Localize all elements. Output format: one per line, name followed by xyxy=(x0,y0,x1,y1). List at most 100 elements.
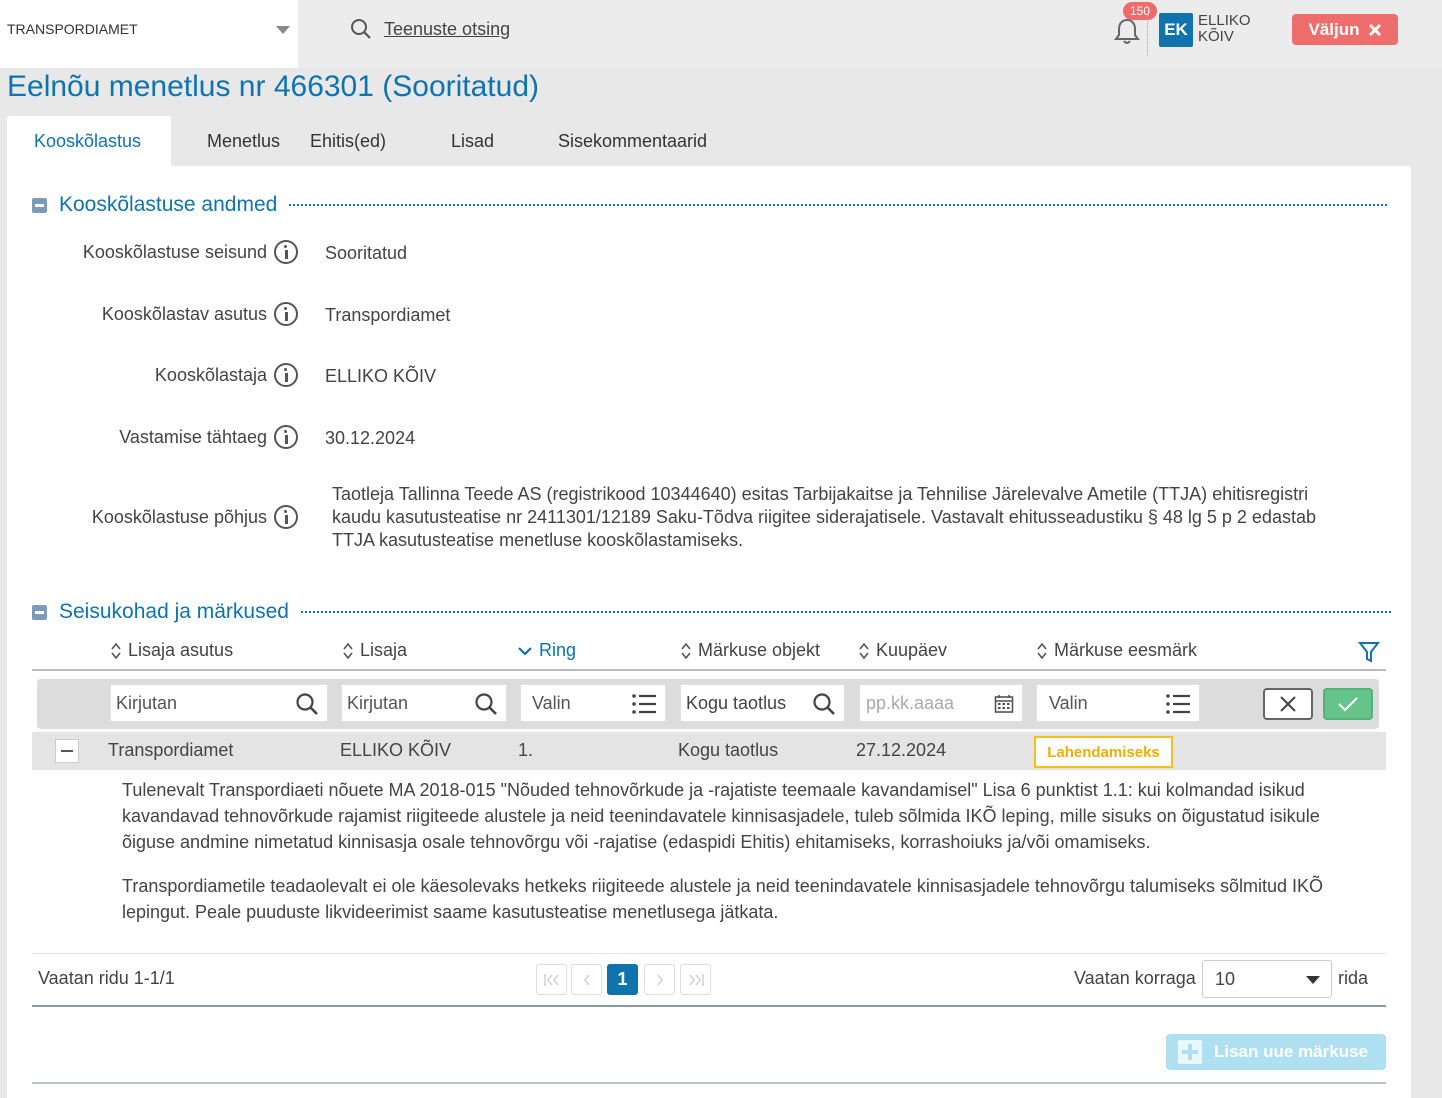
cell-lisaja-asutus: Transpordiamet xyxy=(108,740,234,760)
organization-label: TRANSPORDIAMET xyxy=(7,21,138,37)
divider xyxy=(32,1082,1386,1084)
column-header-label: Märkuse objekt xyxy=(698,640,821,660)
column-header-kuupaev[interactable]: Kuupäev xyxy=(858,640,947,661)
filter-objekt-input[interactable]: Kogu taotlus xyxy=(680,684,845,722)
service-search-label: Teenuste otsing xyxy=(384,18,511,39)
collapse-icon[interactable] xyxy=(32,604,47,620)
status-badge: Lahendamiseks xyxy=(1034,736,1173,768)
divider xyxy=(32,953,1386,954)
input-placeholder: Kirjutan xyxy=(116,692,178,713)
add-remark-button[interactable]: Lisan uue märkuse xyxy=(1166,1034,1386,1070)
select-placeholder: Valin xyxy=(1049,692,1088,713)
cell-kuupaev: 27.12.2024 xyxy=(856,740,947,760)
next-page-button[interactable] xyxy=(644,964,675,995)
first-page-button[interactable] xyxy=(536,964,567,995)
info-icon[interactable] xyxy=(274,240,298,264)
chevron-right-icon xyxy=(656,974,663,985)
notifications-button[interactable] xyxy=(1113,16,1141,46)
info-icon[interactable] xyxy=(274,302,298,326)
divider xyxy=(289,204,1388,206)
tab-kooskolastus[interactable]: Kooskõlastus xyxy=(7,116,171,166)
field-label-text: Kooskõlastuse põhjus xyxy=(91,506,267,527)
info-icon[interactable] xyxy=(274,425,298,449)
clear-filters-button[interactable] xyxy=(1263,688,1313,720)
column-header-objekt[interactable]: Märkuse objekt xyxy=(680,640,820,661)
field-label-text: Kooskõlastaja xyxy=(154,364,267,385)
tab-lisad[interactable]: Lisad xyxy=(451,116,558,166)
per-page-suffix: rida xyxy=(1338,968,1369,988)
details-section-header: Kooskõlastuse andmed xyxy=(32,193,1388,217)
sort-icon xyxy=(681,642,691,659)
top-bar: TRANSPORDIAMET Teenuste otsing 150 EK EL… xyxy=(0,0,1442,68)
collapse-icon[interactable] xyxy=(32,197,47,213)
close-icon xyxy=(1280,696,1296,712)
field-label-text: Kooskõlastuse seisund xyxy=(82,241,267,262)
filter-eesmark-select[interactable]: Valin xyxy=(1036,684,1200,722)
add-remark-label: Lisan uue märkuse xyxy=(1214,1042,1369,1061)
info-icon[interactable] xyxy=(274,505,298,529)
filter-lisaja-input[interactable]: Kirjutan xyxy=(341,684,507,722)
tab-menetlus[interactable]: Menetlus xyxy=(171,116,310,166)
page-button-current[interactable]: 1 xyxy=(607,964,638,995)
list-icon xyxy=(632,694,656,714)
per-page-label: Vaatan korraga xyxy=(1074,968,1196,988)
filter-ring-select[interactable]: Valin xyxy=(520,684,666,722)
sort-icon xyxy=(1037,642,1047,659)
column-header-lisaja-asutus[interactable]: Lisaja asutus xyxy=(110,640,233,661)
page-title: Eelnõu menetlus nr 466301 (Sooritatud) xyxy=(7,70,540,103)
row-collapse-button[interactable] xyxy=(55,739,79,763)
field-label-seisund: Kooskõlastuse seisund xyxy=(30,240,298,264)
logout-label: Väljun xyxy=(1308,19,1360,39)
column-header-label: Lisaja xyxy=(360,640,408,660)
tab-ehitised[interactable]: Ehitis(ed) xyxy=(310,116,451,166)
chevron-down-icon xyxy=(518,646,532,656)
field-label-text: Kooskõlastav asutus xyxy=(101,303,267,324)
input-value: Kogu taotlus xyxy=(686,692,787,713)
tab-bar: Kooskõlastus Menetlus Ehitis(ed) Lisad S… xyxy=(7,116,758,166)
checkmark-icon xyxy=(1338,697,1358,712)
column-header-lisaja[interactable]: Lisaja xyxy=(342,640,407,661)
filter-lisaja-asutus-input[interactable]: Kirjutan xyxy=(110,684,328,722)
per-page-select[interactable]: 10 xyxy=(1202,960,1332,998)
tab-sisekommentaarid[interactable]: Sisekommentaarid xyxy=(558,116,758,166)
apply-filters-button[interactable] xyxy=(1323,688,1373,720)
chevron-down-icon xyxy=(1306,976,1320,984)
chevron-left-icon xyxy=(583,974,590,985)
last-page-icon xyxy=(688,973,704,986)
column-header-label: Ring xyxy=(539,640,577,660)
plus-icon xyxy=(1178,1040,1202,1064)
field-value-kooskolastaja: ELLIKO KÕIV xyxy=(325,366,437,386)
cell-ring: 1. xyxy=(518,740,534,760)
remark-paragraph: Transpordiametile teadaolevalt ei ole kä… xyxy=(122,876,1324,922)
input-placeholder: Kirjutan xyxy=(347,692,409,713)
service-search-link[interactable]: Teenuste otsing xyxy=(350,17,510,41)
calendar-icon xyxy=(994,695,1014,713)
filter-toggle-button[interactable] xyxy=(1358,640,1380,664)
notification-count-badge: 150 xyxy=(1123,2,1157,20)
column-header-label: Lisaja asutus xyxy=(128,640,234,660)
field-label-asutus: Kooskõlastav asutus xyxy=(30,302,298,326)
user-name[interactable]: ELLIKO KÕIV xyxy=(1198,13,1268,45)
logout-button[interactable]: Väljun xyxy=(1292,14,1398,45)
column-header-label: Kuupäev xyxy=(876,640,948,660)
divider xyxy=(32,1005,1386,1007)
divider xyxy=(300,611,1391,613)
previous-page-button[interactable] xyxy=(571,964,602,995)
remarks-section-header: Seisukohad ja märkused xyxy=(32,600,1391,624)
info-icon[interactable] xyxy=(274,363,298,387)
last-page-button[interactable] xyxy=(680,964,711,995)
column-header-eesmark[interactable]: Märkuse eesmärk xyxy=(1036,640,1197,661)
bell-icon xyxy=(1114,18,1140,44)
field-label-pohjus: Kooskõlastuse põhjus xyxy=(30,505,298,529)
avatar[interactable]: EK xyxy=(1159,13,1193,47)
pagination-info: Vaatan ridu 1-1/1 xyxy=(38,968,175,988)
divider xyxy=(32,669,1386,671)
close-icon xyxy=(1368,23,1381,36)
organization-select[interactable]: TRANSPORDIAMET xyxy=(0,0,298,68)
field-value-asutus: Transpordiamet xyxy=(325,305,451,325)
field-value-pohjus: Taotleja Tallinna Teede AS (registrikood… xyxy=(332,484,1316,550)
filter-kuupaev-input[interactable]: pp.kk.aaaa xyxy=(859,684,1023,722)
column-header-ring[interactable]: Ring xyxy=(517,640,576,661)
section-title: Kooskõlastuse andmed xyxy=(59,193,278,216)
chevron-down-icon xyxy=(276,26,290,34)
